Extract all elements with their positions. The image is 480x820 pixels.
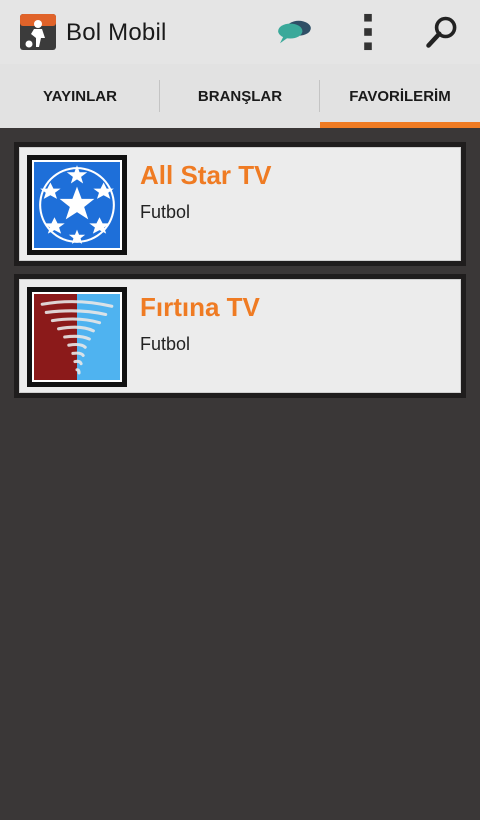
tab-label: BRANŞLAR — [197, 87, 283, 105]
overflow-menu-icon[interactable] — [346, 10, 390, 54]
active-tab-indicator — [320, 122, 480, 128]
list-item[interactable]: Fırtına TV Futbol — [14, 274, 466, 398]
chat-bubbles-icon[interactable] — [272, 10, 316, 54]
channel-category: Futbol — [140, 202, 191, 222]
tab-bar: YAYINLAR BRANŞLAR FAVORİLERİM — [0, 64, 480, 128]
tab-yayinlar[interactable]: YAYINLAR — [0, 64, 160, 128]
app-title: Bol Mobil — [66, 19, 167, 46]
app-logo-icon[interactable] — [20, 14, 56, 50]
channel-title: All Star TV — [140, 160, 272, 190]
search-icon[interactable] — [420, 10, 464, 54]
starball-logo-icon — [34, 162, 120, 248]
channel-logo — [27, 155, 127, 255]
tab-branslar[interactable]: BRANŞLAR — [160, 64, 320, 128]
app-bar: Bol Mobil — [0, 0, 480, 64]
tab-label: FAVORİLERİM — [349, 87, 451, 105]
list-item[interactable]: All Star TV Futbol — [14, 142, 466, 266]
channel-logo — [27, 287, 127, 387]
channel-title: Fırtına TV — [140, 292, 260, 322]
tab-favorilerim[interactable]: FAVORİLERİM — [320, 64, 480, 128]
tornado-logo-icon — [34, 294, 120, 380]
channel-category: Futbol — [140, 334, 191, 354]
favorites-list: All Star TV Futbol Fırtına TV Futbol — [14, 142, 466, 406]
tab-label: YAYINLAR — [43, 87, 117, 105]
